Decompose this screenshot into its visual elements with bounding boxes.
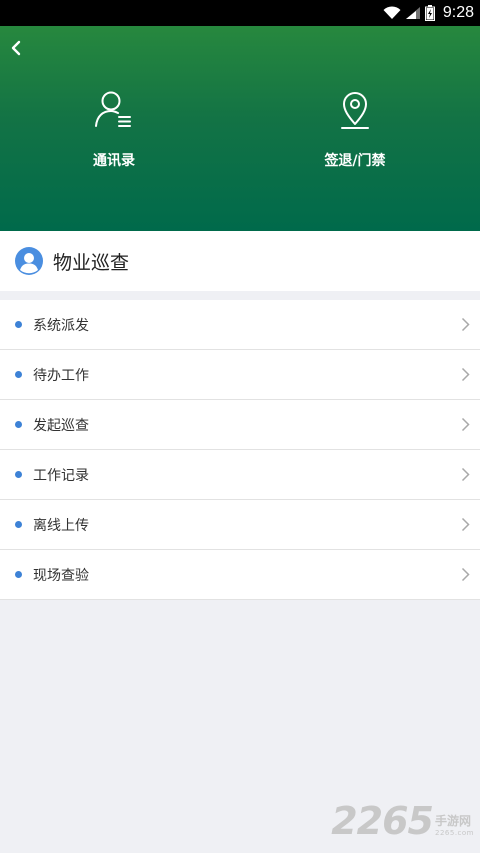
header-banner: 通讯录 签退/门禁 <box>0 26 480 231</box>
chevron-right-icon <box>461 317 470 332</box>
status-time: 9:28 <box>442 4 474 21</box>
bullet-icon <box>15 521 22 528</box>
bullet-icon <box>15 571 22 578</box>
menu-item-label: 系统派发 <box>33 317 89 334</box>
menu-item-work-records[interactable]: 工作记录 <box>0 450 480 500</box>
signout-access-label: 签退/门禁 <box>324 153 386 169</box>
menu-item-onsite-inspection[interactable]: 现场查验 <box>0 550 480 600</box>
chevron-right-icon <box>461 517 470 532</box>
menu-item-label: 现场查验 <box>33 567 89 584</box>
contacts-icon <box>95 91 131 127</box>
user-avatar-icon <box>15 247 43 275</box>
chevron-right-icon <box>461 567 470 582</box>
watermark-cn: 手游网 <box>435 814 472 828</box>
menu-item-offline-upload[interactable]: 离线上传 <box>0 500 480 550</box>
menu-item-pending-work[interactable]: 待办工作 <box>0 350 480 400</box>
menu-item-start-patrol[interactable]: 发起巡查 <box>0 400 480 450</box>
battery-icon <box>424 5 435 21</box>
menu-list: 系统派发 待办工作 发起巡查 工作记录 离线上传 现场查验 <box>0 300 480 600</box>
chevron-right-icon <box>461 367 470 382</box>
back-button[interactable] <box>4 36 28 60</box>
signal-icon <box>405 7 420 19</box>
bullet-icon <box>15 371 22 378</box>
wifi-icon <box>383 6 401 19</box>
menu-item-label: 发起巡查 <box>33 417 89 434</box>
watermark-domain: 2265.com <box>435 829 474 837</box>
menu-item-label: 待办工作 <box>33 367 89 384</box>
signout-access-shortcut[interactable]: 签退/门禁 <box>285 88 425 170</box>
location-pin-icon <box>341 92 369 129</box>
bullet-icon <box>15 421 22 428</box>
chevron-right-icon <box>461 467 470 482</box>
menu-item-label: 工作记录 <box>33 467 89 484</box>
chevron-left-icon <box>11 40 21 56</box>
contacts-shortcut[interactable]: 通讯录 <box>44 88 184 170</box>
status-bar: 9:28 <box>0 0 480 26</box>
watermark-number: 2265 <box>331 799 434 843</box>
watermark-logo: 2265 手游网 2265.com <box>331 799 474 843</box>
menu-item-label: 离线上传 <box>33 517 89 534</box>
contacts-label: 通讯录 <box>93 153 135 169</box>
bullet-icon <box>15 471 22 478</box>
bullet-icon <box>15 321 22 328</box>
section-title: 物业巡查 <box>53 251 130 274</box>
section-header: 物业巡查 <box>0 231 480 291</box>
chevron-right-icon <box>461 417 470 432</box>
menu-item-system-dispatch[interactable]: 系统派发 <box>0 300 480 350</box>
